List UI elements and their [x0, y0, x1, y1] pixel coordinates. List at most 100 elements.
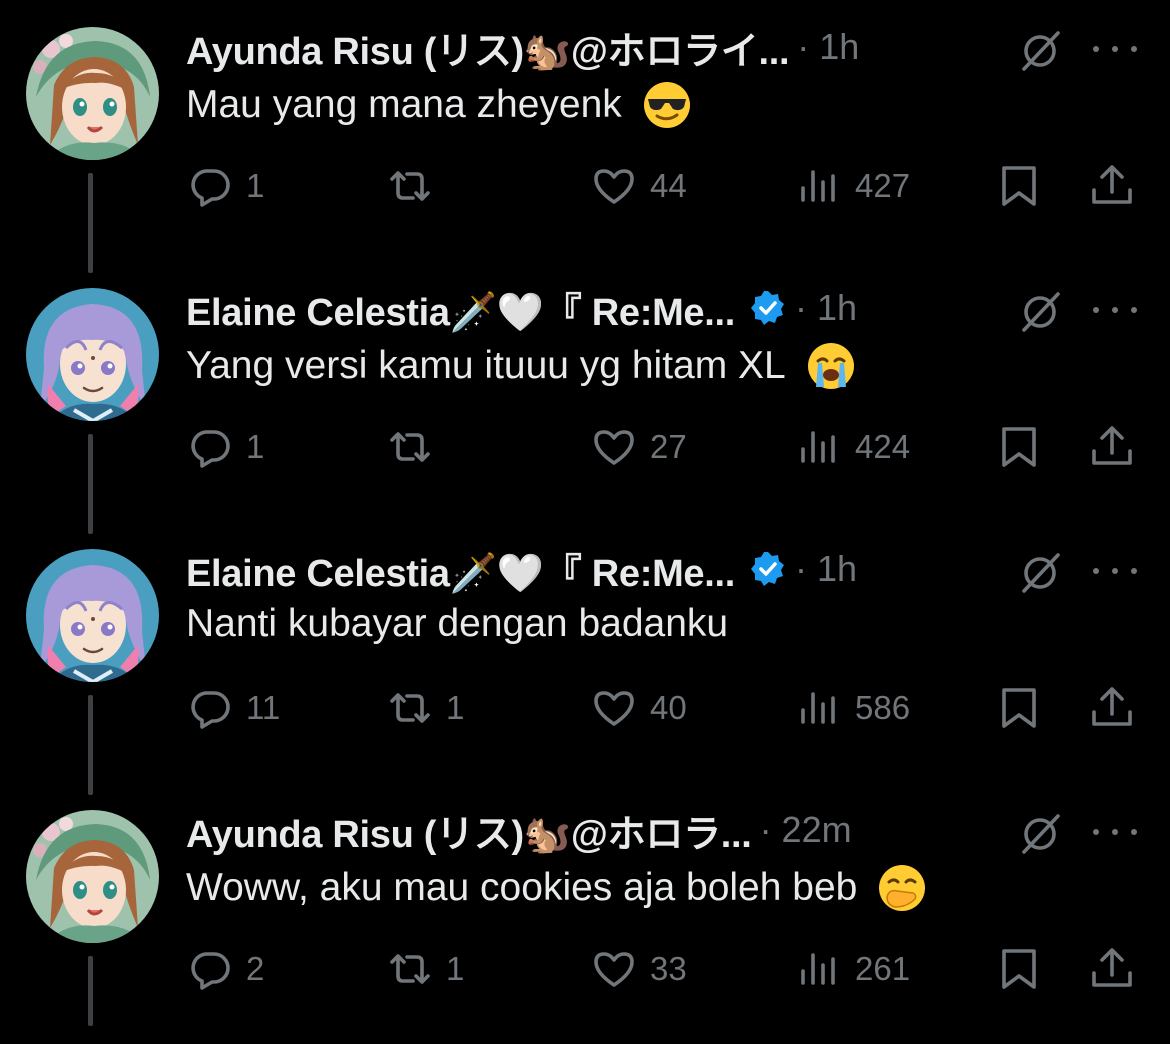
views-button[interactable]: 424	[795, 419, 910, 475]
retweet-count: 1	[446, 950, 465, 987]
verified-badge-icon[interactable]	[749, 550, 787, 588]
author-name[interactable]: Ayunda Risu (リス)🐿️@ホロライ...	[186, 20, 790, 75]
more-dot	[1093, 307, 1099, 313]
more-dot	[1131, 568, 1137, 574]
views-count: 427	[855, 167, 911, 204]
tweet-time[interactable]: · 22m	[760, 809, 852, 851]
retweet-button[interactable]: 1	[386, 941, 464, 997]
bookmark-icon	[1002, 427, 1036, 467]
like-button[interactable]: 27	[590, 419, 687, 475]
more-icon[interactable]	[1093, 556, 1137, 586]
bookmark-button[interactable]	[996, 680, 1044, 736]
like-button[interactable]: 33	[590, 941, 687, 997]
avatar[interactable]	[26, 810, 159, 943]
share-icon	[1092, 426, 1132, 465]
author-name[interactable]: Ayunda Risu (リス)🐿️@ホロラ...	[186, 803, 752, 858]
more-dot	[1112, 46, 1118, 52]
share-button[interactable]	[1088, 680, 1136, 736]
retweet-button[interactable]	[386, 419, 446, 475]
like-count: 44	[650, 167, 687, 204]
bookmark-button[interactable]	[996, 158, 1044, 214]
reply-button[interactable]: 2	[186, 941, 264, 997]
grok-icon[interactable]	[1018, 812, 1062, 856]
bookmark-icon	[1002, 949, 1036, 989]
retweet-icon	[390, 432, 430, 462]
avatar-risu-image	[26, 810, 159, 943]
tweet-text: Nanti kubayar dengan badanku	[186, 602, 728, 646]
like-count: 40	[650, 689, 687, 726]
like-count: 27	[650, 428, 687, 465]
bookmark-button[interactable]	[996, 419, 1044, 475]
more-dot	[1131, 46, 1137, 52]
like-icon	[594, 952, 634, 987]
retweet-button[interactable]	[386, 158, 446, 214]
action-bar: 1 27 424	[0, 419, 1170, 475]
retweet-count: 1	[446, 689, 465, 726]
share-button[interactable]	[1088, 941, 1136, 997]
crying-face-icon	[807, 343, 854, 389]
bookmark-button[interactable]	[996, 941, 1044, 997]
reply-icon	[191, 430, 230, 468]
tweet-text: Mau yang mana zheyenk	[186, 80, 692, 130]
reply-button[interactable]: 1	[186, 419, 264, 475]
tweet-text-content: Yang versi kamu ituuu yg hitam XL	[186, 344, 786, 387]
reply-button[interactable]: 1	[186, 158, 264, 214]
share-button[interactable]	[1088, 158, 1136, 214]
grok-icon[interactable]	[1018, 290, 1062, 334]
more-dot	[1112, 307, 1118, 313]
action-bar: 11 1 40 586	[0, 680, 1170, 736]
retweet-button[interactable]: 1	[386, 680, 464, 736]
verified-badge-icon[interactable]	[749, 289, 787, 327]
retweet-icon	[390, 171, 430, 201]
more-icon[interactable]	[1093, 817, 1137, 847]
more-dot	[1093, 829, 1099, 835]
avatar[interactable]	[26, 27, 159, 160]
views-count: 261	[855, 950, 911, 987]
retweet-icon	[390, 954, 430, 984]
tweet-item[interactable]: Ayunda Risu (リス)🐿️@ホロライ... · 1h Mau yang…	[0, 0, 1170, 273]
tweet-time[interactable]: · 1h	[795, 287, 857, 329]
action-bar: 2 1 33 261	[0, 941, 1170, 997]
reply-button[interactable]: 11	[186, 680, 280, 736]
grok-icon[interactable]	[1018, 551, 1062, 595]
author-name[interactable]: Elaine Celestia🗡️🤍『 Re:Me...	[186, 542, 735, 597]
views-button[interactable]: 586	[795, 680, 910, 736]
views-icon	[801, 431, 835, 463]
views-icon	[801, 170, 835, 202]
more-dot	[1112, 829, 1118, 835]
tweet-text: Woww, aku mau cookies aja boleh beb	[186, 863, 927, 913]
tweet-text-content: Mau yang mana zheyenk	[186, 83, 622, 126]
tweet-time[interactable]: · 1h	[795, 548, 857, 590]
reply-thread: Ayunda Risu (リス)🐿️@ホロライ... · 1h Mau yang…	[0, 0, 1170, 1026]
views-button[interactable]: 261	[795, 941, 910, 997]
views-icon	[801, 692, 835, 724]
reply-count: 11	[246, 689, 281, 726]
more-dot	[1093, 46, 1099, 52]
retweet-icon	[390, 693, 430, 723]
avatar-elaine-image	[26, 549, 159, 682]
share-icon	[1092, 687, 1132, 726]
avatar[interactable]	[26, 288, 159, 421]
avatar[interactable]	[26, 549, 159, 682]
like-button[interactable]: 44	[590, 158, 687, 214]
like-button[interactable]: 40	[590, 680, 687, 736]
reply-icon	[191, 169, 230, 207]
tweet-item[interactable]: Elaine Celestia🗡️🤍『 Re:Me... · 1h Yang v…	[0, 261, 1170, 534]
more-icon[interactable]	[1093, 295, 1137, 325]
avatar-risu-image	[26, 27, 159, 160]
share-button[interactable]	[1088, 419, 1136, 475]
views-icon	[801, 953, 835, 985]
more-icon[interactable]	[1093, 34, 1137, 64]
tweet-item[interactable]: Elaine Celestia🗡️🤍『 Re:Me... · 1h Nanti …	[0, 522, 1170, 795]
author-name[interactable]: Elaine Celestia🗡️🤍『 Re:Me...	[186, 281, 735, 336]
avatar-elaine-image	[26, 288, 159, 421]
more-dot	[1112, 568, 1118, 574]
more-dot	[1131, 829, 1137, 835]
tweet-item[interactable]: Ayunda Risu (リス)🐿️@ホロラ... · 22m Woww, ak…	[0, 783, 1170, 1044]
grok-icon[interactable]	[1018, 29, 1062, 73]
tweet-text: Yang versi kamu ituuu yg hitam XL	[186, 341, 856, 391]
views-button[interactable]: 427	[795, 158, 910, 214]
tweet-time[interactable]: · 1h	[797, 26, 859, 68]
share-icon	[1092, 165, 1132, 204]
reply-count: 1	[246, 428, 265, 465]
